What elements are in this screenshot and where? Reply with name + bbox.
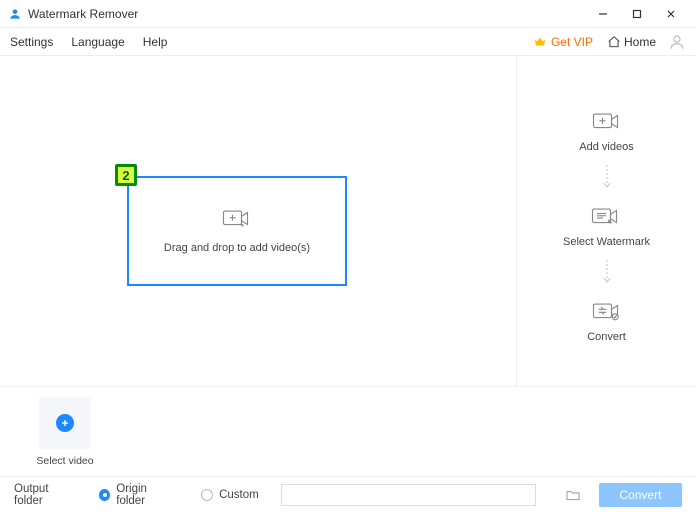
select-video-tile[interactable]: Select video bbox=[30, 397, 100, 467]
get-vip-button[interactable]: Get VIP bbox=[533, 35, 593, 49]
wf-label-convert: Convert bbox=[587, 331, 626, 343]
account-button[interactable] bbox=[668, 33, 686, 51]
folder-icon bbox=[565, 487, 581, 503]
video-carousel: Select video bbox=[0, 386, 696, 476]
user-icon bbox=[668, 33, 686, 51]
select-watermark-icon bbox=[591, 206, 621, 230]
workflow-step-select-watermark[interactable]: Select Watermark bbox=[563, 206, 650, 248]
main-area: Drag and drop to add video(s) 2 Add vide… bbox=[0, 56, 696, 386]
menubar: Settings Language Help Get VIP Home bbox=[0, 28, 696, 56]
convert-icon bbox=[592, 301, 622, 325]
workflow-step-convert[interactable]: Convert bbox=[587, 301, 626, 343]
convert-button-label: Convert bbox=[619, 488, 661, 502]
add-videos-icon bbox=[592, 111, 622, 135]
output-folder-label: Output folder bbox=[14, 483, 77, 507]
step-2-badge: 2 bbox=[115, 164, 137, 186]
select-video-box bbox=[39, 397, 91, 449]
workflow-pane: Add videos Select Watermark Convert bbox=[516, 56, 696, 386]
video-dropzone[interactable]: Drag and drop to add video(s) bbox=[127, 176, 347, 286]
convert-button[interactable]: Convert bbox=[599, 483, 682, 507]
browse-folder-button[interactable] bbox=[562, 484, 585, 506]
app-logo-icon bbox=[8, 7, 22, 21]
window-minimize-button[interactable] bbox=[586, 4, 620, 24]
dropzone-label: Drag and drop to add video(s) bbox=[164, 242, 310, 254]
radio-origin-folder[interactable]: Origin folder bbox=[99, 483, 175, 507]
titlebar: Watermark Remover bbox=[0, 0, 696, 28]
origin-folder-label: Origin folder bbox=[116, 483, 175, 507]
vip-label: Get VIP bbox=[551, 35, 593, 49]
workflow-arrow-icon bbox=[603, 163, 611, 196]
menu-language[interactable]: Language bbox=[71, 35, 124, 49]
footer: Output folder Origin folder Custom Conve… bbox=[0, 476, 696, 512]
crown-icon bbox=[533, 35, 547, 49]
wf-label-add: Add videos bbox=[579, 141, 633, 153]
select-video-label: Select video bbox=[36, 455, 93, 467]
radio-icon bbox=[201, 489, 213, 501]
menu-help[interactable]: Help bbox=[143, 35, 168, 49]
window-maximize-button[interactable] bbox=[620, 4, 654, 24]
home-icon bbox=[607, 35, 621, 49]
menu-settings[interactable]: Settings bbox=[10, 35, 53, 49]
workflow-step-add-videos[interactable]: Add videos bbox=[579, 111, 633, 153]
add-video-icon bbox=[222, 208, 252, 230]
home-label: Home bbox=[624, 35, 656, 49]
output-path-input[interactable] bbox=[281, 484, 536, 506]
window-close-button[interactable] bbox=[654, 4, 688, 24]
workflow-arrow-icon bbox=[603, 258, 611, 291]
left-pane: Drag and drop to add video(s) 2 bbox=[0, 56, 516, 386]
radio-custom-folder[interactable]: Custom bbox=[201, 489, 259, 501]
custom-folder-label: Custom bbox=[219, 489, 259, 501]
app-title: Watermark Remover bbox=[28, 7, 138, 21]
plus-circle-icon bbox=[56, 414, 74, 432]
home-button[interactable]: Home bbox=[607, 35, 656, 49]
wf-label-select: Select Watermark bbox=[563, 236, 650, 248]
radio-icon bbox=[99, 489, 110, 501]
